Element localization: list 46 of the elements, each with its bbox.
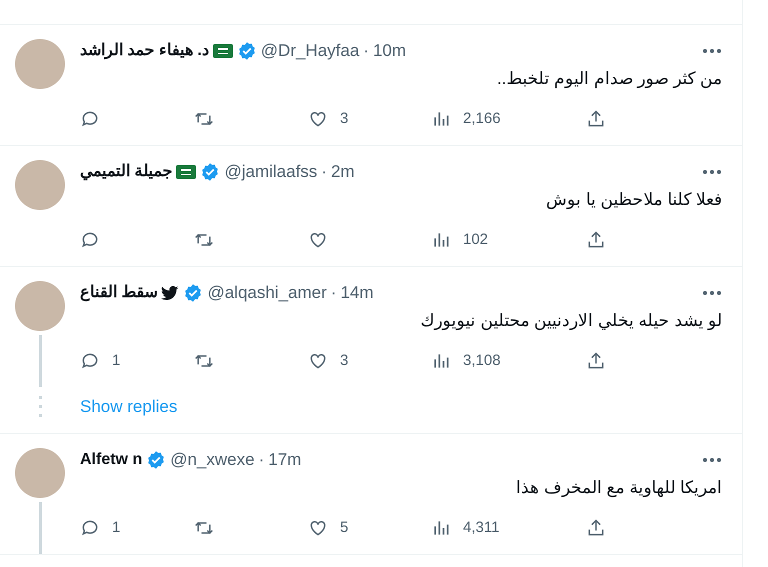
count-label: 102 — [463, 230, 488, 250]
user-handle[interactable]: @n_xwexe — [170, 447, 255, 473]
separator-dot: · — [321, 161, 327, 184]
heart-icon[interactable] — [308, 109, 328, 129]
separator-dot: · — [330, 282, 336, 304]
share-icon[interactable] — [586, 518, 606, 538]
count-label: 5 — [340, 518, 348, 538]
user-name[interactable]: د. هيفاء حمد الراشد — [80, 39, 209, 63]
dotted-thread-line — [38, 396, 42, 418]
reply-icon[interactable] — [80, 518, 100, 538]
separator-dot: · — [363, 40, 369, 62]
user-handle[interactable]: @jamilaafss — [224, 159, 318, 185]
count-label: 4,311 — [463, 518, 500, 538]
reply-icon[interactable] — [80, 230, 100, 250]
share-icon[interactable] — [586, 109, 606, 129]
count-label: 3,108 — [463, 350, 501, 371]
more-options-icon[interactable] — [702, 48, 722, 54]
more-options-icon[interactable] — [702, 457, 722, 463]
count-label: 3 — [340, 108, 348, 129]
count-label: 1 — [112, 518, 120, 538]
count-label: 3 — [340, 350, 348, 371]
more-options-icon[interactable] — [702, 169, 722, 175]
post-text: فعلا كلنا ملاحظين يا بوش — [545, 189, 722, 212]
count-label: 1 — [112, 350, 120, 371]
post-text: لو يشد حيله يخلي الاردنيين محتلين نيويورك — [420, 310, 722, 332]
count-label: 2,166 — [463, 108, 501, 129]
post-time[interactable]: 17m — [268, 447, 302, 473]
post-text: امريكا للهاوية مع المخرف هذا — [515, 477, 722, 500]
post-text: من كثر صور صدام اليوم تلخبط.. — [496, 68, 722, 90]
post-time[interactable]: 10m — [372, 38, 406, 64]
post-time[interactable]: 2m — [330, 159, 355, 185]
user-handle[interactable]: @alqashi_amer — [207, 280, 327, 306]
reply-icon[interactable] — [80, 351, 100, 371]
reply-icon[interactable] — [80, 109, 100, 129]
user-name[interactable]: جميلة التميمي — [80, 160, 172, 184]
heart-icon[interactable] — [308, 230, 328, 250]
more-options-icon[interactable] — [702, 290, 722, 296]
heart-icon[interactable] — [308, 351, 328, 371]
user-name[interactable]: سقط القناع — [80, 281, 158, 305]
separator-dot: · — [258, 449, 264, 472]
heart-icon[interactable] — [308, 518, 328, 538]
share-icon[interactable] — [586, 351, 606, 371]
user-handle[interactable]: @Dr_Hayfaa — [260, 38, 360, 64]
post-time[interactable]: 14m — [340, 280, 374, 306]
user-name[interactable]: Alfetw n — [80, 448, 142, 472]
share-icon[interactable] — [586, 230, 606, 250]
